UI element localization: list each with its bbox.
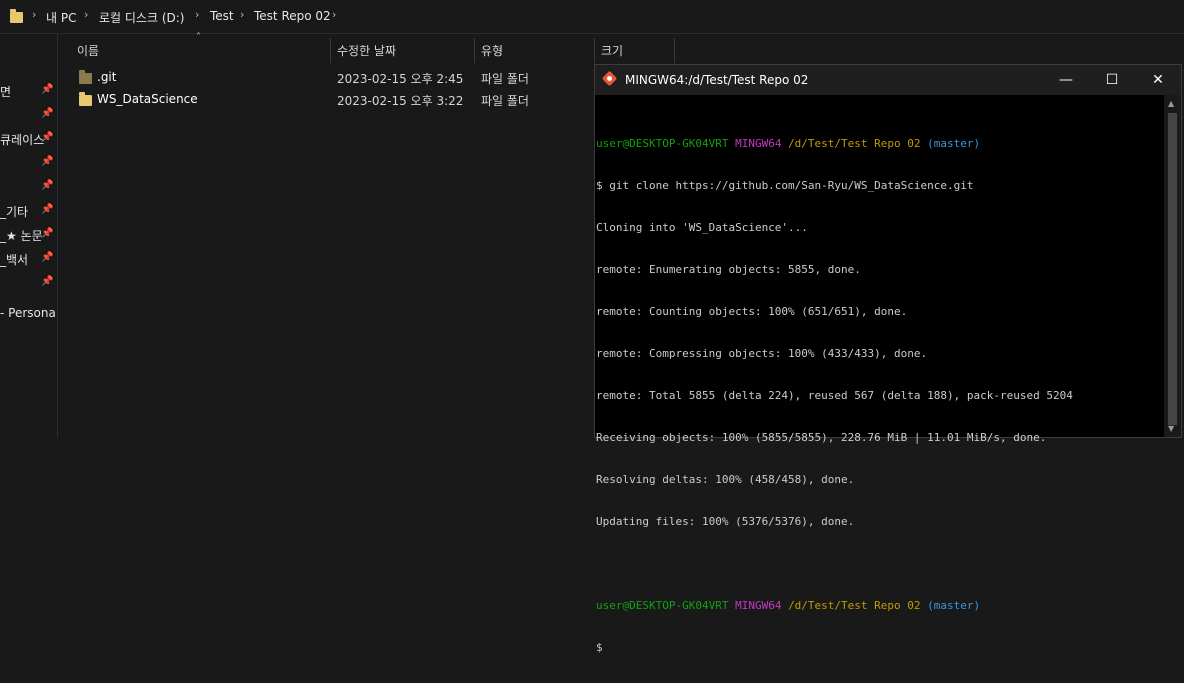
file-type: 파일 폴더 xyxy=(481,94,529,108)
close-button[interactable]: ✕ xyxy=(1135,65,1181,95)
column-header-label: 크기 xyxy=(601,44,624,58)
breadcrumb-test[interactable]: Test xyxy=(210,9,234,23)
nav-item[interactable]: 큐레이스 📌 xyxy=(0,129,57,149)
terminal-title-bar[interactable]: MINGW64:/d/Test/Test Repo 02 — ☐ ✕ xyxy=(595,65,1181,95)
chevron-right-icon: › xyxy=(195,8,200,21)
nav-item[interactable]: 📌 xyxy=(0,273,57,293)
minimize-button[interactable]: — xyxy=(1043,65,1089,95)
file-date: 2023-02-15 오후 3:22 xyxy=(337,94,464,108)
nav-item[interactable]: 📌 xyxy=(0,177,57,197)
column-header-type[interactable]: 유형 xyxy=(474,38,594,63)
pin-icon: 📌 xyxy=(41,84,54,95)
prompt-line: user@DESKTOP-GK04VRT MINGW64 /d/Test/Tes… xyxy=(596,137,1164,151)
folder-icon xyxy=(10,9,23,23)
pin-icon: 📌 xyxy=(41,132,54,143)
breadcrumb-my-pc[interactable]: 내 PC xyxy=(46,9,76,26)
nav-item[interactable]: 📌 xyxy=(0,153,57,173)
pin-icon: 📌 xyxy=(41,108,54,119)
nav-item-label: _★ 논문 xyxy=(0,229,43,243)
output-line: Cloning into 'WS_DataScience'... xyxy=(596,221,808,234)
prompt-line: user@DESKTOP-GK04VRT MINGW64 /d/Test/Tes… xyxy=(596,599,1164,613)
chevron-right-icon: › xyxy=(332,8,337,21)
terminal-scrollbar[interactable]: ▲ ▼ xyxy=(1164,95,1181,437)
maximize-button[interactable]: ☐ xyxy=(1089,65,1135,95)
prompt-branch: (master) xyxy=(927,137,981,150)
nav-item[interactable]: _백서 📌 xyxy=(0,249,57,269)
nav-item-label: 면 xyxy=(0,85,12,99)
folder-icon xyxy=(79,92,92,106)
address-bar[interactable]: › 내 PC › 로컬 디스크 (D:) › Test › Test Repo … xyxy=(0,0,1184,34)
nav-item[interactable]: 면 📌 xyxy=(0,81,57,101)
nav-item-label: - Personal xyxy=(0,306,58,320)
pin-icon: 📌 xyxy=(41,180,54,191)
file-name: .git xyxy=(97,70,117,84)
output-line: Updating files: 100% (5376/5376), done. xyxy=(596,515,855,528)
column-header-label: 유형 xyxy=(481,44,504,58)
navigation-pane: 면 📌 📌 큐레이스 📌 📌 📌 _기타 📌 _★ 논문 📌 _백서 📌 📌 -… xyxy=(0,34,58,438)
terminal-output[interactable]: user@DESKTOP-GK04VRT MINGW64 /d/Test/Tes… xyxy=(596,109,1164,654)
chevron-right-icon: › xyxy=(240,8,245,21)
nav-item-label: 큐레이스 xyxy=(0,133,45,147)
column-header-date[interactable]: 수정한 날짜 xyxy=(330,38,474,63)
prompt-shell: MINGW64 xyxy=(735,137,782,150)
file-type: 파일 폴더 xyxy=(481,72,529,86)
pin-icon: 📌 xyxy=(41,156,54,167)
output-line: remote: Total 5855 (delta 224), reused 5… xyxy=(596,389,1073,402)
scrollbar-thumb[interactable] xyxy=(1168,113,1177,425)
git-folder-icon xyxy=(79,70,92,84)
prompt-path: /d/Test/Test Repo 02 xyxy=(788,137,921,150)
mingw64-terminal-window[interactable]: MINGW64:/d/Test/Test Repo 02 — ☐ ✕ user@… xyxy=(594,64,1182,654)
pin-icon: 📌 xyxy=(41,252,54,263)
nav-item[interactable]: 📌 xyxy=(0,105,57,125)
scroll-down-icon[interactable]: ▼ xyxy=(1168,424,1174,433)
output-line: remote: Enumerating objects: 5855, done. xyxy=(596,263,861,276)
column-header-name[interactable]: 이름 xyxy=(70,38,330,63)
nav-item-label: _백서 xyxy=(0,253,29,267)
output-line: remote: Compressing objects: 100% (433/4… xyxy=(596,347,928,360)
column-header-size[interactable]: 크기 xyxy=(594,38,674,63)
breadcrumb-test-repo-02[interactable]: Test Repo 02 xyxy=(254,9,331,23)
pin-icon: 📌 xyxy=(41,228,54,239)
output-line: remote: Counting objects: 100% (651/651)… xyxy=(596,305,908,318)
pin-icon: 📌 xyxy=(41,276,54,287)
prompt-branch: (master) xyxy=(927,599,981,612)
column-header-label: 수정한 날짜 xyxy=(337,44,397,58)
file-name: WS_DataScience xyxy=(97,92,198,106)
column-header-label: 이름 xyxy=(77,44,100,58)
chevron-right-icon: › xyxy=(32,8,37,21)
terminal-title: MINGW64:/d/Test/Test Repo 02 xyxy=(625,73,809,87)
scroll-up-icon[interactable]: ▲ xyxy=(1168,99,1174,108)
output-line: Receiving objects: 100% (5855/5855), 228… xyxy=(596,431,1047,444)
git-bash-icon xyxy=(601,70,618,87)
command-line: $ git clone https://github.com/San-Ryu/W… xyxy=(596,179,974,192)
prompt-shell: MINGW64 xyxy=(735,599,782,612)
chevron-right-icon: › xyxy=(84,8,89,21)
column-divider[interactable] xyxy=(674,38,675,63)
nav-item-label: _기타 xyxy=(0,205,29,219)
prompt-user: user@DESKTOP-GK04VRT xyxy=(596,599,729,612)
file-date: 2023-02-15 오후 2:45 xyxy=(337,72,464,86)
prompt-user: user@DESKTOP-GK04VRT xyxy=(596,137,729,150)
nav-item-personal[interactable]: - Personal xyxy=(0,304,57,324)
nav-item[interactable]: _기타 📌 xyxy=(0,201,57,221)
file-row[interactable]: WS_DataScience 2023-02-15 오후 3:22 파일 폴더 xyxy=(77,89,597,111)
prompt-path: /d/Test/Test Repo 02 xyxy=(788,599,921,612)
file-row[interactable]: .git 2023-02-15 오후 2:45 파일 폴더 xyxy=(77,67,597,89)
cursor-line: $ xyxy=(596,641,603,654)
breadcrumb-local-disk[interactable]: 로컬 디스크 (D:) xyxy=(99,9,184,26)
pin-icon: 📌 xyxy=(41,204,54,215)
output-line: Resolving deltas: 100% (458/458), done. xyxy=(596,473,855,486)
nav-item[interactable]: _★ 논문 📌 xyxy=(0,225,57,245)
